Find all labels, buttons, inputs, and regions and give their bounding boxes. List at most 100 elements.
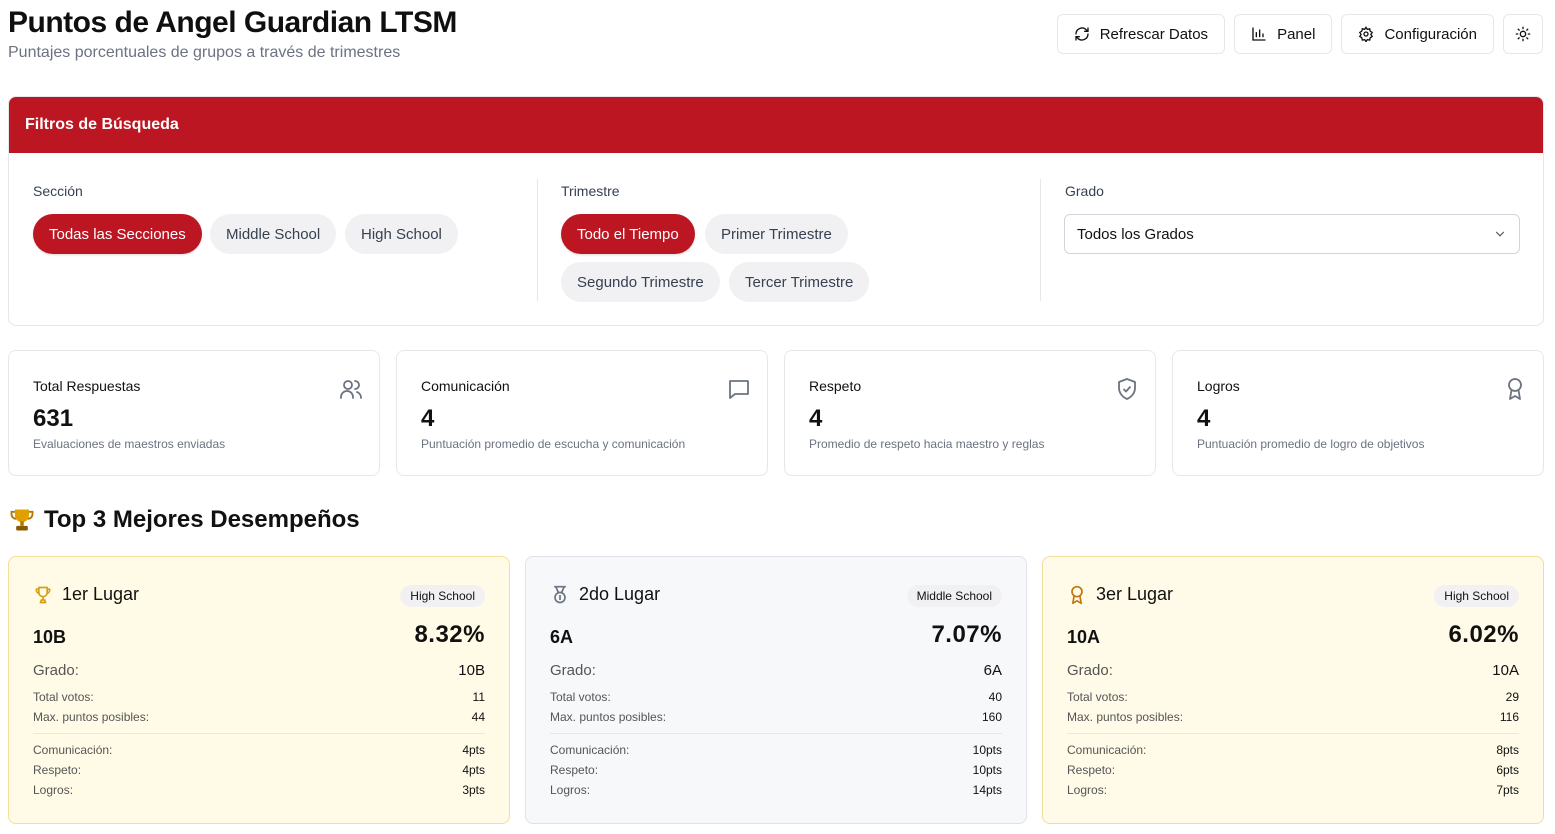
max-points-value: 116 [1499, 710, 1519, 724]
podium-percentage: 6.02% [1448, 621, 1519, 648]
panel-button-label: Panel [1277, 25, 1316, 43]
filters-divider [1040, 179, 1041, 301]
section-badge: Middle School [906, 585, 1002, 607]
achievements-row: Logros: 14pts [550, 783, 1002, 797]
stat-card-communication: Comunicación 4 Puntuación promedio de es… [396, 350, 768, 476]
communication-value: 4pts [462, 743, 485, 757]
stat-title: Respeto [809, 378, 862, 394]
medal-icon [554, 585, 566, 603]
respect-value: 10pts [972, 763, 1002, 777]
message-icon [729, 380, 749, 399]
users-icon [340, 380, 362, 399]
max-points-row: Max. puntos posibles: 116 [1067, 710, 1519, 724]
respect-value: 4pts [462, 763, 485, 777]
max-points-row: Max. puntos posibles: 44 [33, 710, 485, 724]
communication-label: Comunicación: [33, 743, 113, 757]
stat-value: 4 [421, 405, 435, 432]
grade-label: Grado: [33, 662, 79, 679]
bar-chart-icon [1252, 27, 1266, 41]
grade-label: Grado: [1067, 662, 1113, 679]
stat-value: 631 [33, 405, 74, 432]
grade-label: Grado: [550, 662, 596, 679]
filters-title: Filtros de Búsqueda [9, 97, 1543, 153]
divider [550, 733, 1002, 734]
podium-group: 10A [1067, 627, 1101, 647]
votes-value: 11 [472, 690, 485, 704]
achievements-value: 7pts [1496, 783, 1519, 797]
votes-row: Total votos: 40 [550, 690, 1002, 704]
theme-toggle-button[interactable] [1503, 14, 1543, 54]
grade-filter-label: Grado [1065, 183, 1104, 199]
grade-row: Grado: 6A [550, 662, 1002, 679]
achievements-label: Logros: [550, 783, 591, 797]
grade-row: Grado: 10B [33, 662, 485, 679]
achievements-row: Logros: 7pts [1067, 783, 1519, 797]
refresh-button[interactable]: Refrescar Datos [1056, 14, 1226, 54]
settings-button-label: Configuración [1384, 25, 1477, 43]
max-points-value: 160 [981, 710, 1002, 724]
grade-value: 10B [458, 662, 485, 679]
section-badge: High School [1434, 585, 1519, 607]
panel-button[interactable]: Panel [1234, 14, 1333, 54]
stat-card-achievements: Logros 4 Puntuación promedio de logro de… [1172, 350, 1544, 476]
votes-row: Total votos: 11 [33, 690, 485, 704]
stat-description: Puntuación promedio de logro de objetivo… [1197, 437, 1425, 451]
podium-place: 1er Lugar [33, 584, 139, 605]
section-option-all[interactable]: Todas las Secciones [33, 214, 202, 254]
refresh-icon [1075, 27, 1089, 41]
stat-description: Evaluaciones de maestros enviadas [33, 437, 226, 451]
votes-value: 29 [1505, 690, 1519, 704]
grade-value: 6A [983, 662, 1002, 679]
achievements-value: 3pts [462, 783, 485, 797]
chevron-down-icon [1495, 231, 1505, 237]
stat-description: Promedio de respeto hacia maestro y regl… [809, 437, 1045, 451]
header-actions: Refrescar Datos Panel Configuración [1056, 14, 1543, 54]
respect-label: Respeto: [1067, 763, 1116, 777]
section-badge: High School [400, 585, 485, 607]
filters-divider [537, 179, 538, 301]
trimester-option-third[interactable]: Tercer Trimestre [729, 262, 870, 302]
trimester-filter-label: Trimestre [561, 183, 620, 199]
stat-value: 4 [1197, 405, 1211, 432]
gear-icon [1359, 26, 1374, 42]
stat-description: Puntuación promedio de escucha y comunic… [421, 437, 686, 451]
trophy-icon [35, 586, 51, 603]
stat-title: Logros [1197, 378, 1240, 394]
settings-button[interactable]: Configuración [1341, 14, 1494, 54]
podium-card-third: 3er Lugar High School 10A 6.02% Grado: 10… [1042, 556, 1544, 824]
achievements-value: 14pts [972, 783, 1002, 797]
communication-label: Comunicación: [550, 743, 630, 757]
section-filter-label: Sección [33, 183, 83, 199]
respect-label: Respeto: [33, 763, 82, 777]
podium-percentage: 7.07% [931, 621, 1002, 648]
stat-card-respect: Respeto 4 Promedio de respeto hacia maes… [784, 350, 1156, 476]
grade-value: 10A [1492, 662, 1519, 679]
sun-icon [1515, 26, 1531, 42]
stat-title: Comunicación [421, 378, 510, 394]
podium-place: 3er Lugar [1067, 584, 1173, 605]
respect-value: 6pts [1496, 763, 1519, 777]
section-option-high-school[interactable]: High School [345, 214, 458, 254]
votes-row: Total votos: 29 [1067, 690, 1519, 704]
communication-label: Comunicación: [1067, 743, 1147, 757]
achievements-label: Logros: [1067, 783, 1108, 797]
award-icon [1071, 585, 1083, 604]
max-points-label: Max. puntos posibles: [1067, 710, 1184, 724]
votes-label: Total votos: [1067, 690, 1128, 704]
grade-select[interactable]: Todos los Grados [1064, 214, 1520, 254]
trimester-option-second[interactable]: Segundo Trimestre [561, 262, 720, 302]
trimester-option-first[interactable]: Primer Trimestre [705, 214, 848, 254]
trimester-option-all-time[interactable]: Todo el Tiempo [561, 214, 695, 254]
podium-group: 6A [550, 627, 574, 647]
max-points-label: Max. puntos posibles: [33, 710, 150, 724]
podium-place-label: 1er Lugar [62, 584, 140, 604]
stat-title: Total Respuestas [33, 378, 141, 394]
communication-row: Comunicación: 4pts [33, 743, 485, 757]
award-icon [1508, 378, 1522, 400]
podium-card-second: 2do Lugar Middle School 6A 7.07% Grado: 6… [525, 556, 1027, 824]
refresh-button-label: Refrescar Datos [1099, 25, 1209, 43]
communication-row: Comunicación: 10pts [550, 743, 1002, 757]
grade-row: Grado: 10A [1067, 662, 1519, 679]
section-option-middle-school[interactable]: Middle School [210, 214, 337, 254]
votes-label: Total votos: [550, 690, 611, 704]
